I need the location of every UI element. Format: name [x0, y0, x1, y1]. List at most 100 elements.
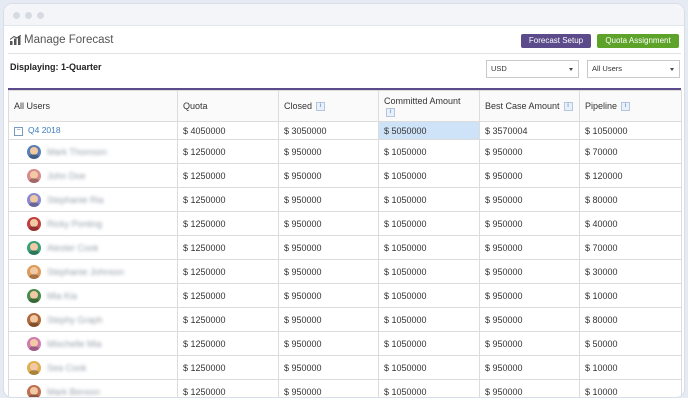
- currency-select-value: USD: [491, 64, 507, 73]
- user-name[interactable]: Stephy Graph: [47, 315, 103, 325]
- column-header-label: All Users: [14, 101, 51, 111]
- quota-cell: $ 1250000: [177, 259, 279, 284]
- chevron-down-icon: [569, 68, 573, 71]
- page-title: Manage Forecast: [24, 34, 114, 46]
- pipeline-cell: $ 30000: [579, 259, 682, 284]
- user-name[interactable]: Ricky Ponting: [47, 219, 102, 229]
- committed-cell[interactable]: $ 1050000: [378, 307, 480, 332]
- column-header-label: Committed Amount: [384, 95, 461, 106]
- quota-cell: $ 1250000: [177, 139, 279, 164]
- closed-cell: $ 950000: [278, 331, 379, 356]
- table-row: Alester Cook $ 1250000 $ 950000 $ 1050000 $ …: [8, 235, 682, 260]
- forecast-table: All Users Quota Closed i Committed Amount…: [8, 90, 682, 397]
- quota-assignment-button[interactable]: Quota Assignment: [597, 34, 679, 48]
- user-name[interactable]: Alester Cook: [47, 243, 99, 253]
- avatar: [27, 168, 41, 183]
- forecast-grid: All Users Quota Closed i Committed Amount…: [8, 88, 682, 397]
- users-select[interactable]: All Users: [587, 60, 680, 78]
- user-cell: Alester Cook: [8, 235, 178, 260]
- committed-cell[interactable]: $ 1050000: [378, 187, 480, 212]
- pipeline-cell: $ 10000: [579, 283, 682, 308]
- table-header-row: All Users Quota Closed i Committed Amount…: [8, 90, 682, 122]
- avatar: [27, 264, 41, 279]
- closed-cell: $ 3050000: [278, 121, 379, 140]
- currency-select[interactable]: USD: [486, 60, 579, 78]
- user-name[interactable]: Mischelle Mia: [47, 339, 102, 349]
- pipeline-cell: $ 50000: [579, 331, 682, 356]
- user-cell: Stephy Graph: [8, 307, 178, 332]
- quota-cell: $ 4050000: [177, 121, 279, 140]
- column-header-best-case-amount[interactable]: Best Case Amount i: [479, 90, 580, 122]
- best-case-cell: $ 950000: [479, 211, 580, 236]
- closed-cell: $ 950000: [278, 355, 379, 380]
- user-name[interactable]: Stephanie Johnson: [47, 267, 124, 277]
- column-header-closed[interactable]: Closed i: [278, 90, 379, 122]
- quota-cell: $ 1250000: [177, 331, 279, 356]
- committed-cell[interactable]: $ 5050000: [378, 121, 480, 140]
- quota-cell: $ 1250000: [177, 355, 279, 380]
- table-row: Mia Kia $ 1250000 $ 950000 $ 1050000 $ 95000…: [8, 283, 682, 308]
- quota-cell: $ 1250000: [177, 235, 279, 260]
- quota-cell: $ 1250000: [177, 187, 279, 212]
- forecast-chart-icon: [10, 35, 21, 45]
- pipeline-cell: $ 120000: [579, 163, 682, 188]
- info-icon[interactable]: i: [621, 102, 631, 112]
- avatar: [27, 216, 41, 231]
- closed-cell: $ 950000: [278, 283, 379, 308]
- column-header-pipeline[interactable]: Pipeline i: [579, 90, 682, 122]
- committed-cell[interactable]: $ 1050000: [378, 211, 480, 236]
- column-header-all-users[interactable]: All Users: [8, 90, 178, 122]
- closed-cell: $ 950000: [278, 163, 379, 188]
- info-icon[interactable]: i: [386, 107, 395, 117]
- table-row: Stephanie Ria $ 1250000 $ 950000 $ 1050000 $…: [8, 187, 682, 212]
- user-name[interactable]: Mark Benson: [47, 387, 100, 397]
- forecast-setup-button[interactable]: Forecast Setup: [521, 34, 591, 48]
- pipeline-cell: $ 1050000: [579, 121, 682, 140]
- user-cell: Mark Thomson: [8, 139, 178, 164]
- pipeline-cell: $ 70000: [579, 139, 682, 164]
- info-icon[interactable]: i: [316, 102, 326, 112]
- best-case-cell: $ 950000: [479, 331, 580, 356]
- best-case-cell: $ 950000: [479, 259, 580, 284]
- column-header-committed-amount[interactable]: Committed Amount i: [378, 90, 480, 122]
- column-header-label: Best Case Amount: [485, 100, 560, 111]
- quarter-link[interactable]: Q4 2018: [28, 125, 61, 135]
- table-row: Stephanie Johnson $ 1250000 $ 950000 $ 1050…: [8, 259, 682, 284]
- table-row: Stephy Graph $ 1250000 $ 950000 $ 1050000 $ …: [8, 307, 682, 332]
- committed-cell[interactable]: $ 1050000: [378, 235, 480, 260]
- best-case-cell: $ 950000: [479, 163, 580, 188]
- closed-cell: $ 950000: [278, 139, 379, 164]
- avatar: [27, 360, 41, 375]
- committed-cell[interactable]: $ 1050000: [378, 139, 480, 164]
- user-name[interactable]: Stephanie Ria: [47, 195, 104, 205]
- user-cell: Mark Benson: [8, 379, 178, 397]
- window-titlebar: [4, 4, 684, 26]
- committed-cell[interactable]: $ 1050000: [378, 355, 480, 380]
- column-header-quota[interactable]: Quota: [177, 90, 279, 122]
- table-row: Mischelle Mia $ 1250000 $ 950000 $ 1050000 $…: [8, 331, 682, 356]
- quota-cell: $ 1250000: [177, 283, 279, 308]
- user-name[interactable]: John Doe: [47, 171, 86, 181]
- displaying-label: Displaying: 1-Quarter: [10, 62, 102, 72]
- avatar: [27, 336, 41, 351]
- quota-cell: $ 1250000: [177, 211, 279, 236]
- user-name[interactable]: Sea Cook: [47, 363, 87, 373]
- header-divider: [8, 53, 681, 54]
- committed-cell[interactable]: $ 1050000: [378, 283, 480, 308]
- collapse-icon[interactable]: −: [14, 126, 23, 136]
- committed-cell[interactable]: $ 1050000: [378, 379, 480, 397]
- committed-cell[interactable]: $ 1050000: [378, 259, 480, 284]
- user-name[interactable]: Mia Kia: [47, 291, 77, 301]
- quarter-cell: − Q4 2018: [8, 121, 178, 140]
- chevron-down-icon: [670, 68, 674, 71]
- best-case-cell: $ 950000: [479, 355, 580, 380]
- info-icon[interactable]: i: [563, 102, 573, 112]
- table-row: Sea Cook $ 1250000 $ 950000 $ 1050000 $ 9500…: [8, 355, 682, 380]
- pipeline-cell: $ 80000: [579, 307, 682, 332]
- column-header-label: Quota: [183, 101, 208, 111]
- page-header: Manage Forecast Forecast Setup Quota Ass…: [4, 26, 684, 54]
- user-name[interactable]: Mark Thomson: [47, 147, 107, 157]
- closed-cell: $ 950000: [278, 187, 379, 212]
- committed-cell[interactable]: $ 1050000: [378, 163, 480, 188]
- committed-cell[interactable]: $ 1050000: [378, 331, 480, 356]
